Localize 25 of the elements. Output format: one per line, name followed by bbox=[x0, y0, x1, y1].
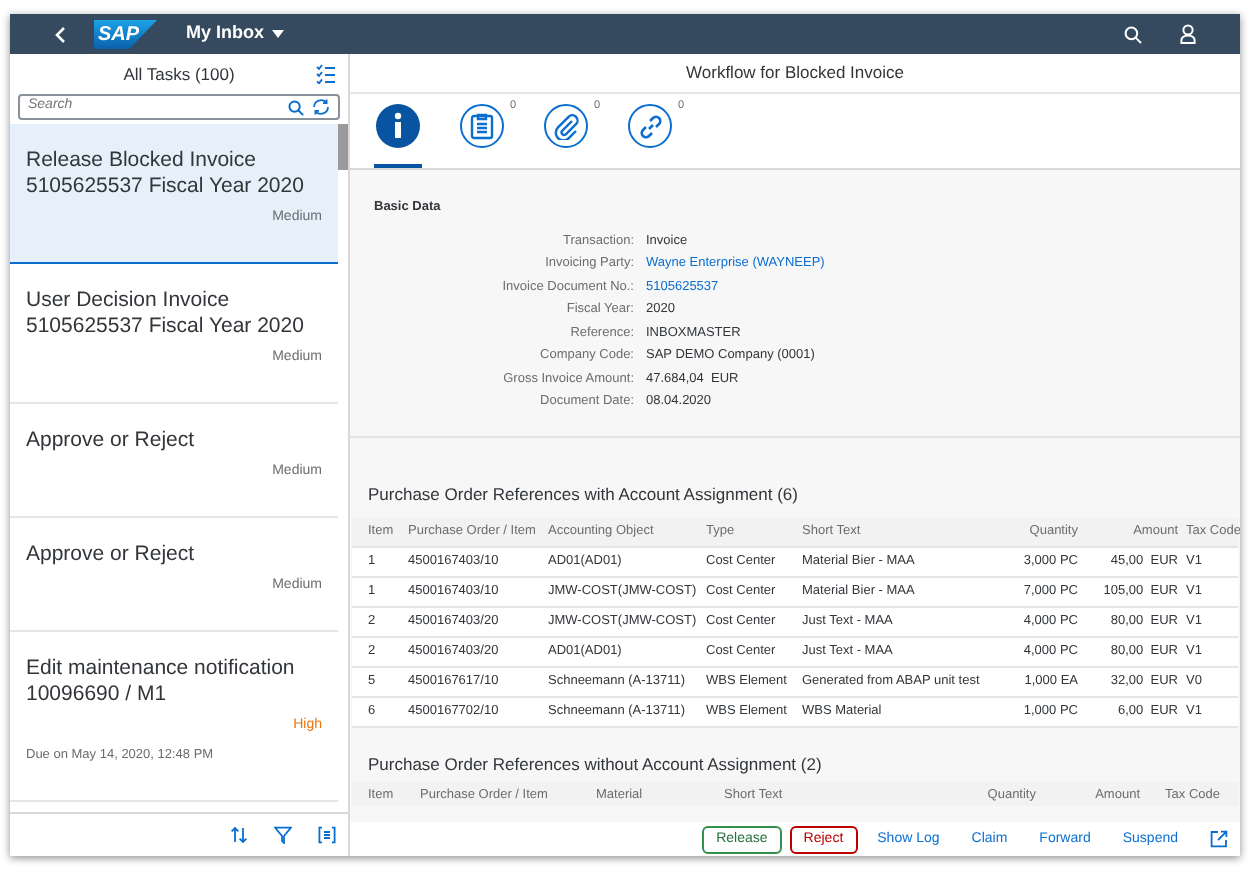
search-icon[interactable] bbox=[288, 99, 304, 115]
sort-icon[interactable] bbox=[230, 826, 248, 844]
task-title: User Decision Invoice 5105625537 Fiscal Year 2020 bbox=[26, 288, 306, 340]
notes-icon bbox=[470, 112, 494, 140]
group-icon[interactable] bbox=[318, 826, 336, 844]
filter-icon[interactable] bbox=[274, 826, 292, 844]
share-icon[interactable] bbox=[1210, 830, 1228, 848]
link-icon bbox=[637, 113, 663, 139]
table-title: Purchase Order References with Account Assignment (6) bbox=[366, 481, 800, 507]
refresh-icon[interactable] bbox=[312, 98, 330, 116]
scrollbar[interactable] bbox=[338, 124, 348, 170]
person-icon[interactable] bbox=[1180, 24, 1196, 44]
back-icon[interactable] bbox=[54, 25, 66, 43]
task-title: Approve or Reject bbox=[26, 542, 197, 568]
task-title: Approve or Reject bbox=[26, 428, 197, 454]
sap-logo: SAP bbox=[94, 19, 158, 49]
detail-title: Workflow for Blocked Invoice bbox=[686, 60, 904, 86]
table-title: Purchase Order References without Account Assignment (2) bbox=[366, 751, 824, 777]
task-title: Release Blocked Invoice 5105625537 Fiscal Year 2020 bbox=[26, 148, 306, 200]
paperclip-icon bbox=[553, 113, 579, 139]
caret-icon bbox=[272, 30, 285, 38]
task-title: Edit maintenance notification 10096690 / M1 bbox=[26, 656, 297, 708]
multi-select-icon[interactable] bbox=[316, 64, 336, 84]
list-title: All Tasks (100) bbox=[123, 61, 235, 87]
app-title-menu[interactable]: My Inbox bbox=[186, 20, 285, 48]
